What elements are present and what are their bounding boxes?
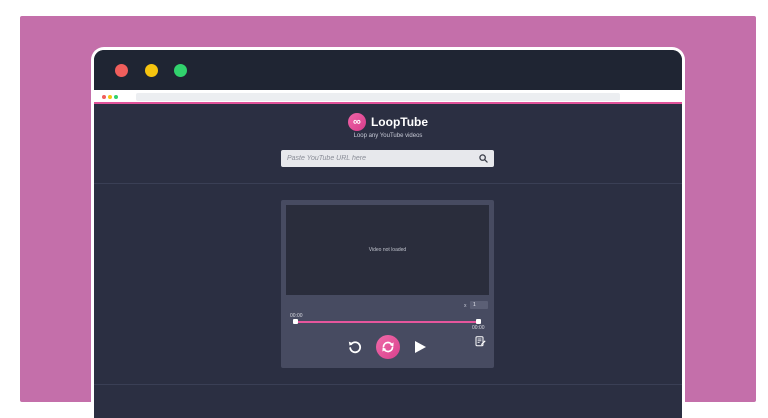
search-icon[interactable] [479, 154, 488, 163]
play-button[interactable] [411, 338, 429, 356]
mini-maximize-dot [114, 95, 118, 99]
speed-label: x [464, 303, 467, 309]
maximize-window-button[interactable] [174, 64, 187, 77]
mini-address-bar [136, 93, 620, 101]
footer-divider [94, 384, 682, 385]
minimize-window-button[interactable] [145, 64, 158, 77]
url-search-box [281, 150, 494, 167]
loop-range-track[interactable] [295, 321, 479, 323]
url-input[interactable] [281, 150, 471, 167]
notes-icon [475, 335, 486, 346]
player-controls [281, 335, 494, 359]
window-titlebar [94, 50, 682, 90]
video-player: Video not loaded x 1 00:00 00:00 [281, 200, 494, 368]
close-window-button[interactable] [115, 64, 128, 77]
video-status-message: Video not loaded [368, 247, 407, 253]
logo[interactable]: ∞ LoopTube [94, 113, 682, 131]
video-area[interactable]: Video not loaded [286, 205, 489, 295]
app-title: LoopTube [370, 115, 429, 129]
notes-button[interactable] [474, 335, 486, 347]
loop-start-handle[interactable] [293, 319, 298, 324]
inner-browser-bar [94, 90, 682, 104]
loop-toggle-button[interactable] [376, 335, 400, 359]
play-icon [415, 341, 426, 353]
infinity-logo-icon: ∞ [347, 113, 366, 131]
mini-close-dot [102, 95, 106, 99]
rewind-icon [348, 341, 362, 354]
loop-end-time: 00:00 [472, 325, 485, 331]
mini-minimize-dot [108, 95, 112, 99]
app-tagline: Loop any YouTube videos [353, 133, 423, 139]
app-window: ∞ LoopTube Loop any YouTube videos Video… [94, 50, 682, 418]
loop-end-handle[interactable] [476, 319, 481, 324]
speed-select[interactable]: 1 [470, 301, 488, 309]
rewind-button[interactable] [346, 338, 364, 356]
page-header: ∞ LoopTube Loop any YouTube videos [94, 106, 682, 184]
loop-icon [382, 341, 394, 353]
